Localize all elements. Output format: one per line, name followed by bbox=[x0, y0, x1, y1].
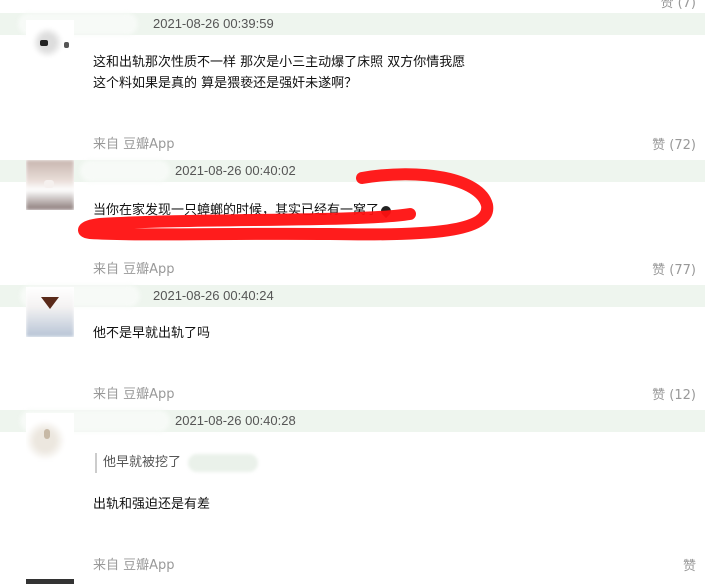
comment-timestamp: 2021-08-26 00:40:02 bbox=[175, 163, 296, 178]
quoted-reply: 他早就被挖了 bbox=[95, 453, 181, 473]
previous-comment-vote-count[interactable]: 赞 (7) bbox=[660, 0, 696, 11]
avatar[interactable] bbox=[26, 413, 74, 463]
comment-timestamp: 2021-08-26 00:39:59 bbox=[153, 16, 274, 31]
avatar[interactable] bbox=[26, 20, 74, 70]
comment-source: 来自 豆瓣App bbox=[93, 262, 175, 277]
comment-line: 这个料如果是真的 算是猥亵还是强奸未遂啊？ bbox=[93, 76, 358, 91]
comment-text: 这和出轨那次性质不一样 那次是小三主动爆了床照 双方你情我愿 这个料如果是真的 … bbox=[93, 52, 465, 94]
comment-source: 来自 豆瓣App bbox=[93, 137, 175, 152]
vote-button[interactable]: 赞 (77) bbox=[652, 259, 696, 278]
avatar[interactable] bbox=[26, 160, 74, 210]
comment-text: 出轨和强迫还是有差 bbox=[93, 494, 210, 515]
redacted-quote-author bbox=[188, 454, 258, 472]
comment-line: 当你在家发现一只蟑螂的时候，其实已经有一窝了 bbox=[93, 203, 380, 218]
next-comment-avatar bbox=[26, 579, 74, 584]
comment-source: 来自 豆瓣App bbox=[93, 387, 175, 402]
redacted-username bbox=[80, 160, 170, 182]
comment-text: 当你在家发现一只蟑螂的时候，其实已经有一窝了 bbox=[93, 200, 394, 221]
comment-source: 来自 豆瓣App bbox=[93, 558, 175, 573]
comment-line: 这和出轨那次性质不一样 那次是小三主动爆了床照 双方你情我愿 bbox=[93, 55, 466, 70]
vote-button[interactable]: 赞 bbox=[683, 555, 696, 574]
avatar[interactable] bbox=[26, 287, 74, 337]
comment-line: 出轨和强迫还是有差 bbox=[93, 497, 211, 512]
heart-emoji-icon bbox=[378, 203, 394, 218]
comment-timestamp: 2021-08-26 00:40:28 bbox=[175, 413, 296, 428]
comment-timestamp: 2021-08-26 00:40:24 bbox=[153, 288, 274, 303]
comment-line: 他不是早就出轨了吗 bbox=[93, 326, 211, 341]
vote-button[interactable]: 赞 (72) bbox=[652, 134, 696, 153]
comment-text: 他不是早就出轨了吗 bbox=[93, 323, 210, 344]
vote-button[interactable]: 赞 (12) bbox=[652, 384, 696, 403]
